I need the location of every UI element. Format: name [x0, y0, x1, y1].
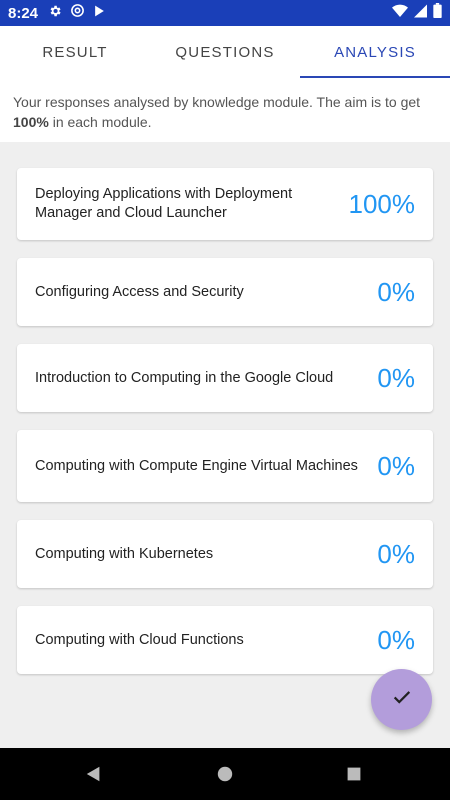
tab-questions[interactable]: QUESTIONS [150, 26, 300, 78]
system-nav-bar [0, 748, 450, 800]
intro-target: 100% [13, 114, 49, 130]
at-sign-icon [70, 3, 85, 23]
module-percent: 100% [348, 188, 416, 219]
module-title: Configuring Access and Security [35, 283, 244, 300]
analysis-intro: Your responses analysed by knowledge mod… [0, 78, 450, 142]
home-icon[interactable] [215, 764, 235, 784]
module-card: Introduction to Computing in the Google … [17, 344, 433, 412]
tab-bar: RESULT QUESTIONS ANALYSIS [0, 26, 450, 78]
module-list: Deploying Applications with Deployment M… [17, 168, 433, 692]
module-percent: 0% [377, 362, 415, 393]
tab-analysis[interactable]: ANALYSIS [300, 26, 450, 78]
module-card: Configuring Access and Security 0% [17, 258, 433, 326]
play-store-icon [93, 4, 106, 23]
wifi-icon [392, 4, 408, 23]
intro-text-after: in each module. [48, 114, 152, 130]
module-card: Computing with Compute Engine Virtual Ma… [17, 430, 433, 502]
tab-result[interactable]: RESULT [0, 26, 150, 78]
intro-text-before: Your responses analysed by knowledge mod… [13, 94, 421, 110]
module-percent: 0% [377, 538, 415, 569]
module-title: Computing with Kubernetes [35, 545, 214, 562]
module-title: Computing with Compute Engine Virtual Ma… [35, 457, 358, 474]
module-card: Computing with Kubernetes 0% [17, 520, 433, 588]
status-bar: 8:24 [0, 0, 450, 26]
battery-icon [433, 3, 442, 23]
status-time: 8:24 [8, 4, 39, 22]
checkmark-icon [391, 686, 413, 713]
module-percent: 0% [377, 624, 415, 655]
module-percent: 0% [377, 450, 415, 481]
done-fab-button[interactable] [371, 669, 432, 730]
recents-icon[interactable] [344, 764, 364, 784]
module-percent: 0% [377, 276, 415, 307]
module-card: Deploying Applications with Deployment M… [17, 168, 433, 240]
module-card: Computing with Cloud Functions 0% [17, 606, 433, 674]
settings-icon [48, 4, 62, 23]
module-title: Computing with Cloud Functions [35, 631, 244, 648]
module-title: Introduction to Computing in the Google … [35, 369, 334, 386]
module-title: Deploying Applications with Deployment M… [35, 186, 293, 221]
back-icon[interactable] [84, 764, 104, 784]
signal-icon [414, 4, 427, 23]
